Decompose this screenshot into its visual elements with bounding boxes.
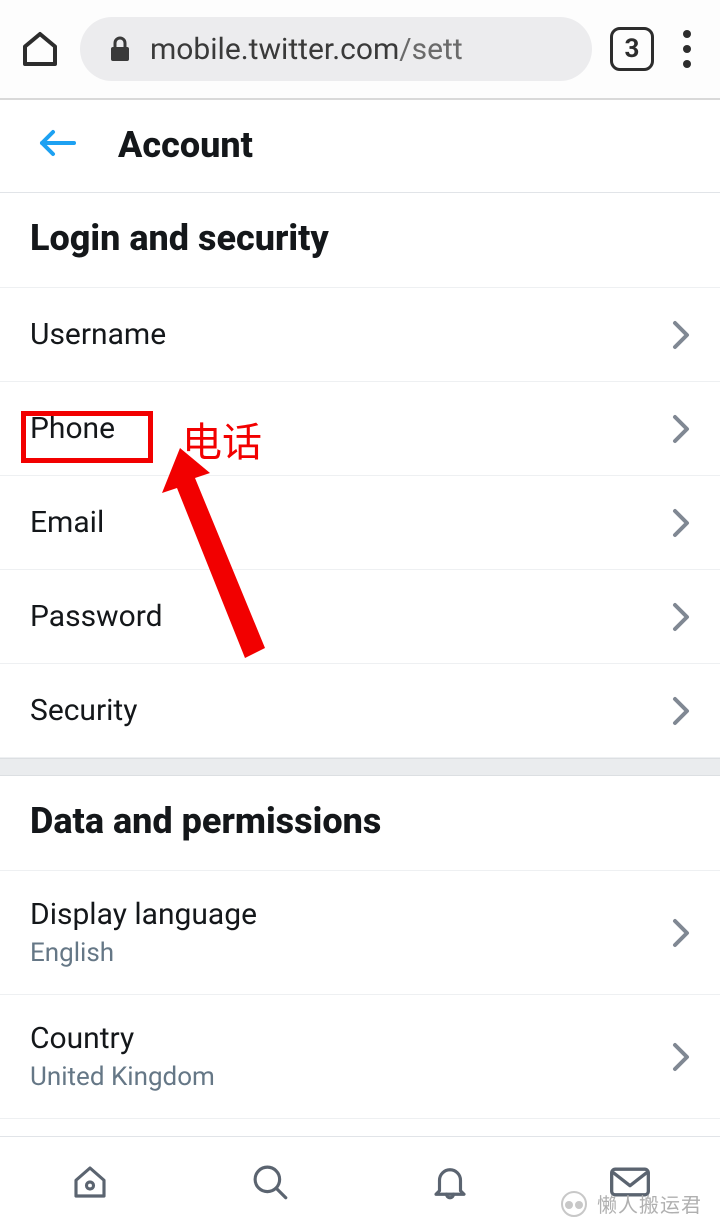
browser-menu-button[interactable]	[672, 30, 702, 68]
arrow-left-icon	[38, 127, 78, 159]
nav-home-button[interactable]	[67, 1159, 113, 1205]
chevron-right-icon	[672, 508, 690, 538]
row-label: Phone	[30, 411, 115, 446]
address-bar[interactable]: mobile.twitter.com/sett	[80, 17, 592, 81]
row-country[interactable]: Country United Kingdom	[0, 995, 720, 1119]
home-icon	[20, 29, 60, 69]
nav-search-button[interactable]	[247, 1159, 293, 1205]
row-security[interactable]: Security	[0, 664, 720, 758]
chevron-right-icon	[672, 1042, 690, 1072]
tab-switcher-button[interactable]: 3	[610, 27, 654, 71]
chevron-right-icon	[672, 320, 690, 350]
row-sublabel: United Kingdom	[30, 1062, 215, 1092]
tab-count: 3	[625, 34, 640, 64]
back-button[interactable]	[38, 127, 78, 163]
nav-messages-button[interactable]	[607, 1159, 653, 1205]
row-username[interactable]: Username	[0, 288, 720, 382]
row-phone[interactable]: Phone	[0, 382, 720, 476]
row-label: Password	[30, 599, 163, 634]
row-display-language[interactable]: Display language English	[0, 871, 720, 995]
row-email[interactable]: Email	[0, 476, 720, 570]
row-label: Email	[30, 505, 104, 540]
kebab-dot-icon	[683, 30, 691, 38]
lock-icon	[108, 35, 132, 63]
section-title-login-security: Login and security	[0, 193, 720, 288]
chevron-right-icon	[672, 414, 690, 444]
row-sublabel: English	[30, 938, 257, 968]
chevron-right-icon	[672, 602, 690, 632]
bell-icon	[429, 1161, 471, 1203]
section-title-data-permissions: Data and permissions	[0, 776, 720, 871]
section-divider	[0, 758, 720, 776]
kebab-dot-icon	[683, 60, 691, 68]
page-title: Account	[118, 124, 253, 166]
row-label: Country	[30, 1021, 215, 1056]
row-password[interactable]: Password	[0, 570, 720, 664]
row-label: Display language	[30, 897, 257, 932]
chevron-right-icon	[672, 696, 690, 726]
home-outline-icon	[69, 1161, 111, 1203]
search-icon	[249, 1161, 291, 1203]
row-label: Security	[30, 693, 137, 728]
page-header: Account	[0, 100, 720, 193]
chevron-right-icon	[672, 918, 690, 948]
url-text: mobile.twitter.com/sett	[150, 32, 463, 67]
browser-home-button[interactable]	[18, 27, 62, 71]
nav-notifications-button[interactable]	[427, 1159, 473, 1205]
envelope-icon	[608, 1164, 652, 1200]
row-label: Username	[30, 317, 166, 352]
browser-toolbar: mobile.twitter.com/sett 3	[0, 0, 720, 100]
bottom-nav	[0, 1136, 720, 1226]
kebab-dot-icon	[683, 45, 691, 53]
